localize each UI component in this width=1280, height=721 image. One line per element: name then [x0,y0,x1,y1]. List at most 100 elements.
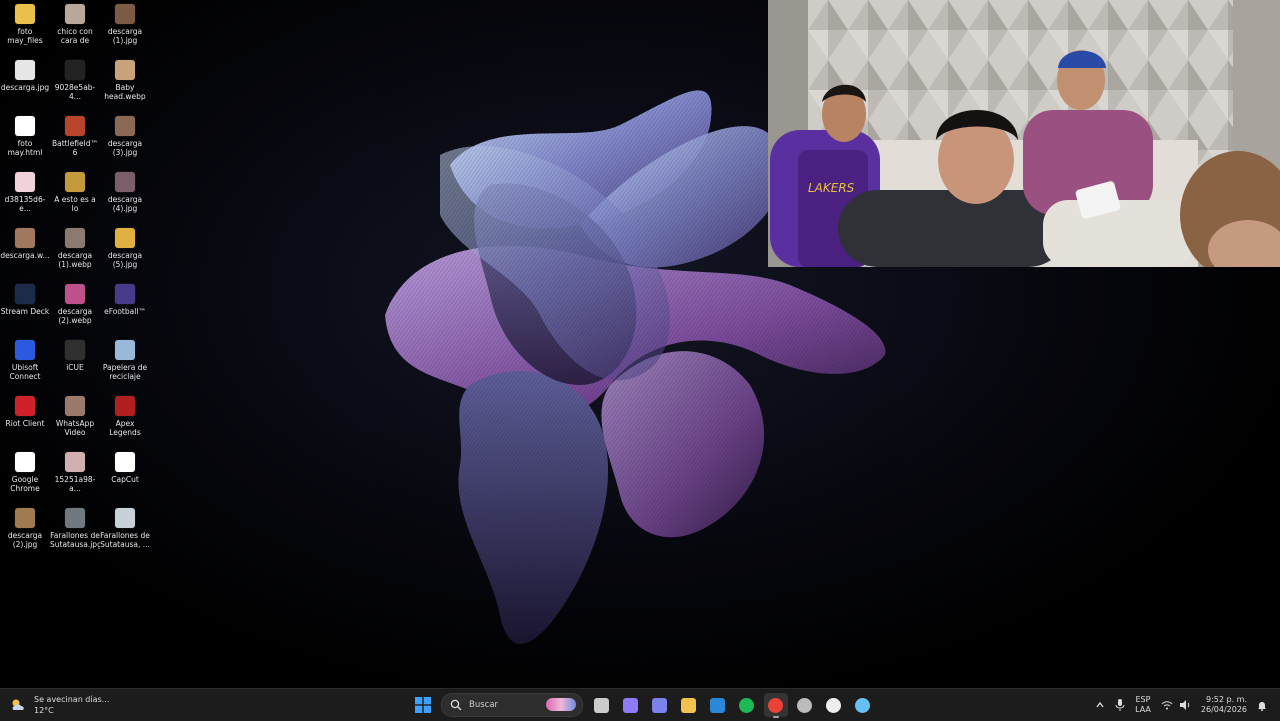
desktop-icon[interactable]: foto may.html [0,112,50,164]
desktop-icon-label: descarga (1).webp [57,251,93,269]
desktop-icon[interactable]: 9028e5ab-4... [50,56,100,108]
show-hidden-icons-button[interactable] [1095,700,1105,710]
start-button[interactable] [411,693,435,717]
windows-icon [414,697,431,713]
desktop-icon[interactable]: Farallones de Sutatausa.jpg [50,504,100,556]
desktop-icon[interactable]: d38135d6-e... [0,168,50,220]
steam-button[interactable] [851,693,875,717]
keyboard-layout: LAA [1135,705,1151,714]
image-icon [15,508,35,528]
svg-text:LAKERS: LAKERS [808,181,855,195]
desktop-icon[interactable]: Farallones de Sutatausa, ... [100,504,150,556]
image-icon [65,228,85,248]
desktop-icon-label: Google Chrome [10,475,40,493]
image-icon [15,172,35,192]
folder-icon [15,4,35,24]
clock[interactable]: 9:52 p. m. 26/04/2026 [1201,695,1247,715]
taskbar-search[interactable] [441,693,583,717]
notification-bell-icon [1258,701,1266,711]
file-explorer-button[interactable] [677,693,701,717]
webcam-video-overlay: LAKERS [768,0,1280,267]
image-icon [115,228,135,248]
desktop-icon[interactable]: Battlefield™ 6 [50,112,100,164]
riot-icon [15,396,35,416]
desktop-icon[interactable]: descarga (3).jpg [100,112,150,164]
settings-app-button[interactable] [793,693,817,717]
desktop-icon[interactable]: Apex Legends [100,392,150,444]
desktop-icon[interactable]: CapCut [100,448,150,500]
desktop-icon[interactable]: Google Chrome [0,448,50,500]
desktop-icon[interactable]: descarga (5).jpg [100,224,150,276]
desktop-icon-label: 15251a98-a... [54,475,96,493]
chrome-icon [15,452,35,472]
desktop-icon[interactable]: Papelera de reciclaje [100,336,150,388]
teams-button[interactable] [648,693,672,717]
desktop-icon[interactable]: Stream Deck [0,280,50,332]
desktop-icon-label: foto may_files [7,27,43,45]
desktop-icon[interactable]: Riot Client [0,392,50,444]
desktop-icon[interactable]: descarga (1).webp [50,224,100,276]
search-highlight-icon [546,698,576,711]
folder-icon [681,697,696,713]
desktop-icon-label: WhatsApp Video 2026-... [55,419,95,438]
desktop-icon[interactable]: Ubisoft Connect [0,336,50,388]
volume-icon [1179,700,1190,710]
chevron-up-icon [1096,701,1104,708]
desktop-icon-label: descarga (2).jpg [7,531,43,549]
desktop-icon-label: Riot Client [5,419,45,428]
desktop-icon-label: d38135d6-e... [4,195,46,213]
desktop-icon[interactable]: chico con cara de asc... [50,0,100,52]
chrome-button[interactable] [763,693,788,718]
desktop-icon-label: descarga.jpg [0,83,50,92]
taskbar: Se avecinan días... 12°C Buscar ESP LAA … [0,688,1280,721]
desktop-icon[interactable]: descarga (4).jpg [100,168,150,220]
desktop-icon[interactable]: A esto es a lo que los col... [50,168,100,220]
desktop-icon[interactable]: eFootball™ [100,280,150,332]
desktop-icon-label: descarga (2).webp [57,307,93,325]
image-icon [65,508,85,528]
language-indicator[interactable]: ESP LAA [1135,695,1151,715]
image-icon [65,4,85,24]
network-volume-button[interactable] [1161,700,1191,710]
desktop-icon-label: Papelera de reciclaje [102,363,148,381]
desktop-icon-label: chico con cara de asc... [57,27,93,46]
desktop-icon[interactable]: descarga (2).webp [50,280,100,332]
desktop-icon-label: foto may.html [7,139,43,157]
weather-widget[interactable]: Se avecinan días... 12°C [10,692,120,718]
copilot-button[interactable] [619,693,643,717]
desktop-icon[interactable]: descarga.w... [0,224,50,276]
search-icon [450,699,462,711]
desktop-icon[interactable]: descarga.jpg [0,56,50,108]
desktop-icon-label: descarga (5).jpg [107,251,143,269]
search-input[interactable] [467,699,551,711]
desktop-icon[interactable]: iCUE [50,336,100,388]
desktop-icon[interactable]: descarga (2).jpg [0,504,50,556]
microphone-button[interactable] [1115,699,1125,711]
desktop-icon-label: Farallones de Sutatausa, ... [100,531,150,549]
desktop[interactable]: foto may_files chico con cara de asc... de… [0,0,1280,688]
github-icon [826,697,841,713]
github-button[interactable] [822,693,846,717]
desktop-icon-label: eFootball™ [104,307,146,316]
steam-icon [855,697,870,713]
desktop-icon-label: iCUE [66,363,84,372]
desktop-icon[interactable]: Baby head.webp [100,56,150,108]
task-view-icon [594,697,609,713]
desktop-icon[interactable]: 15251a98-a... [50,448,100,500]
desktop-icon[interactable]: foto may_files [0,0,50,52]
desktop-icon[interactable]: WhatsApp Video 2026-... [50,392,100,444]
desktop-icon-grid: foto may_files chico con cara de asc... de… [0,0,150,688]
spotify-button[interactable] [735,693,759,717]
weather-forecast-text: Se avecinan días... [34,695,110,704]
desktop-icon-label: descarga.w... [0,251,50,260]
store-button[interactable] [706,693,730,717]
pinned-apps [587,693,877,718]
desktop-icon[interactable]: descarga (1).jpg [100,0,150,52]
icue-icon [65,340,85,360]
taskbar-center [408,693,877,718]
desktop-icon-label: Ubisoft Connect [9,363,41,381]
desktop-icon-label: descarga (3).jpg [107,139,143,157]
task-view-button[interactable] [590,693,614,717]
notifications-button[interactable] [1257,700,1267,711]
desktop-icon-label: descarga (1).jpg [107,27,143,45]
